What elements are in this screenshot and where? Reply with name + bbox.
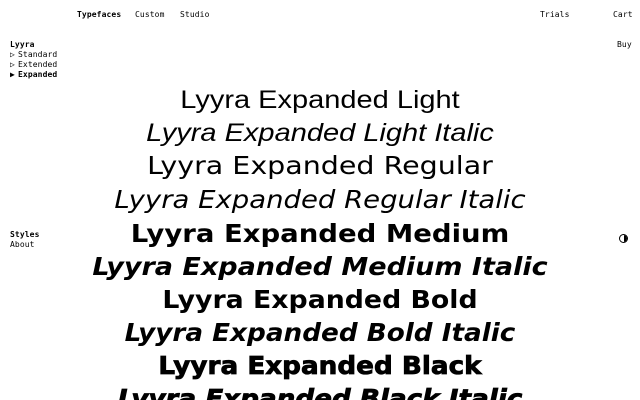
width-item-expanded[interactable]: ▶ Expanded	[10, 70, 57, 80]
width-selector: ▷ Standard ▷ Extended ▶ Expanded	[10, 50, 57, 80]
nav-studio-link[interactable]: Studio	[180, 10, 210, 20]
specimen-black[interactable]: Lyyra Expanded Black	[0, 351, 640, 381]
triangle-right-filled-icon: ▶	[10, 70, 15, 79]
width-item-standard[interactable]: ▷ Standard	[10, 50, 57, 60]
buy-link[interactable]: Buy	[617, 40, 632, 50]
triangle-right-outline-icon: ▷	[10, 60, 15, 69]
specimen-black-italic[interactable]: Lyyra Expanded Black Italic	[0, 384, 640, 400]
nav-custom-link[interactable]: Custom	[135, 10, 165, 20]
specimen-bold-italic[interactable]: Lyyra Expanded Bold Italic	[0, 318, 640, 348]
specimen-medium-italic[interactable]: Lyyra Expanded Medium Italic	[0, 252, 640, 282]
nav-typefaces-link[interactable]: Typefaces	[77, 10, 121, 20]
specimen-medium[interactable]: Lyyra Expanded Medium	[0, 219, 640, 249]
width-item-label: Expanded	[18, 70, 58, 79]
specimen-bold[interactable]: Lyyra Expanded Bold	[0, 285, 640, 315]
width-item-label: Standard	[18, 50, 58, 59]
specimen-regular-italic[interactable]: Lyyra Expanded Regular Italic	[0, 185, 640, 215]
triangle-right-outline-icon: ▷	[10, 50, 15, 59]
family-title: Lyyra	[10, 40, 35, 49]
specimen-light[interactable]: Lyyra Expanded Light	[0, 85, 640, 115]
nav-trials-link[interactable]: Trials	[540, 10, 570, 20]
width-item-label: Extended	[18, 60, 58, 69]
specimen-light-italic[interactable]: Lyyra Expanded Light Italic	[0, 118, 640, 148]
specimen-regular[interactable]: Lyyra Expanded Regular	[0, 151, 640, 181]
width-item-extended[interactable]: ▷ Extended	[10, 60, 57, 70]
nav-cart-link[interactable]: Cart	[613, 10, 633, 20]
